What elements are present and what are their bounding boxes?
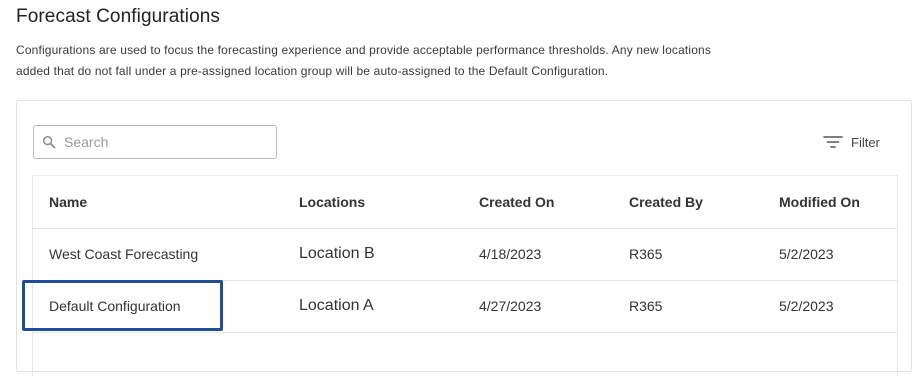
column-header-created-on[interactable]: Created On [479, 176, 554, 228]
row-created-on: 4/18/2023 [479, 246, 542, 262]
table-row[interactable]: Default Configuration Location A 4/27/20… [33, 280, 897, 333]
location-link[interactable]: Location B [299, 228, 375, 280]
column-header-created-by[interactable]: Created By [629, 176, 703, 228]
search-box[interactable] [33, 125, 277, 159]
filter-button[interactable]: Filter [823, 131, 880, 153]
search-icon [42, 135, 56, 149]
search-input[interactable] [64, 126, 269, 158]
row-created-by: R365 [629, 298, 663, 314]
column-header-modified-on[interactable]: Modified On [779, 176, 860, 228]
description-line-2: added that do not fall under a pre-assig… [16, 64, 609, 78]
filter-icon [823, 136, 843, 148]
configurations-card: Filter Name Locations Created On Created… [16, 100, 912, 376]
column-header-name[interactable]: Name [49, 176, 87, 228]
table-header-row: Name Locations Created On Created By Mod… [33, 176, 897, 229]
filter-label: Filter [851, 134, 880, 150]
row-name[interactable]: West Coast Forecasting [49, 228, 198, 280]
row-created-by: R365 [629, 246, 663, 262]
page-title: Forecast Configurations [16, 6, 221, 27]
table-row[interactable]: West Coast Forecasting Location B 4/18/2… [33, 228, 897, 281]
configurations-table: Name Locations Created On Created By Mod… [32, 175, 898, 376]
page-description: Configurations are used to focus the for… [16, 40, 776, 82]
row-modified-on: 5/2/2023 [779, 298, 834, 314]
row-name[interactable]: Default Configuration [49, 280, 181, 332]
row-modified-on: 5/2/2023 [779, 246, 834, 262]
description-line-1: Configurations are used to focus the for… [16, 43, 712, 57]
row-created-on: 4/27/2023 [479, 298, 542, 314]
location-link[interactable]: Location A [299, 280, 374, 332]
column-header-locations[interactable]: Locations [299, 176, 365, 228]
